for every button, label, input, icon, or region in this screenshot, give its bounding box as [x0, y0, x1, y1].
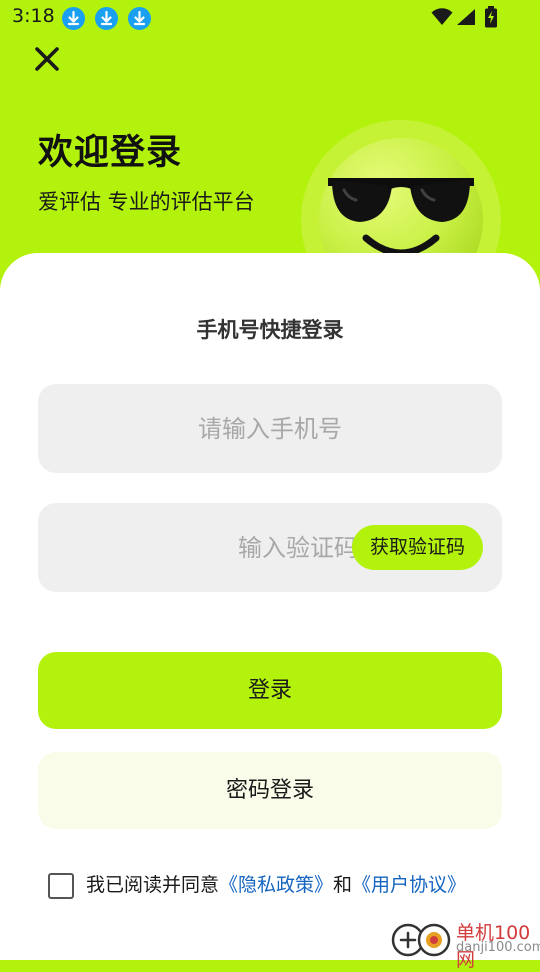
wifi-icon — [431, 8, 453, 25]
watermark-logo-icon — [391, 923, 451, 957]
page-title: 欢迎登录 — [38, 133, 183, 173]
close-button[interactable] — [32, 44, 62, 74]
verification-code-input[interactable] — [58, 503, 358, 592]
phone-input[interactable] — [38, 384, 502, 473]
get-code-button[interactable]: 获取验证码 — [352, 525, 483, 570]
login-button[interactable]: 登录 — [38, 652, 502, 729]
password-login-button[interactable]: 密码登录 — [38, 752, 502, 829]
page-subtitle: 爱评估 专业的评估平台 — [38, 190, 255, 214]
login-card-title: 手机号快捷登录 — [196, 318, 344, 342]
privacy-policy-link[interactable]: 《隐私政策》 — [219, 874, 333, 896]
download-icon — [95, 7, 118, 30]
close-icon — [35, 47, 59, 71]
user-agreement-link[interactable]: 《用户协议》 — [352, 874, 466, 896]
status-time: 3:18 — [12, 5, 55, 27]
watermark-site-url: danji100.com — [456, 940, 540, 955]
site-watermark: 单机100网 danji100.com — [390, 918, 540, 971]
battery-icon — [485, 6, 497, 28]
signal-icon — [457, 9, 475, 25]
code-field[interactable]: 获取验证码 — [38, 503, 502, 592]
agreement-checkbox[interactable] — [48, 873, 74, 899]
download-icon — [62, 7, 85, 30]
phone-field[interactable] — [38, 384, 502, 473]
agreement-prefix: 我已阅读并同意 — [86, 874, 220, 896]
download-icon — [128, 7, 151, 30]
login-card — [0, 253, 540, 960]
agreement-conjunction: 和 — [333, 874, 353, 896]
status-bar: 3:18 — [0, 0, 540, 38]
agreement-text: 我已阅读并同意《隐私政策》和《用户协议》 — [86, 872, 476, 898]
